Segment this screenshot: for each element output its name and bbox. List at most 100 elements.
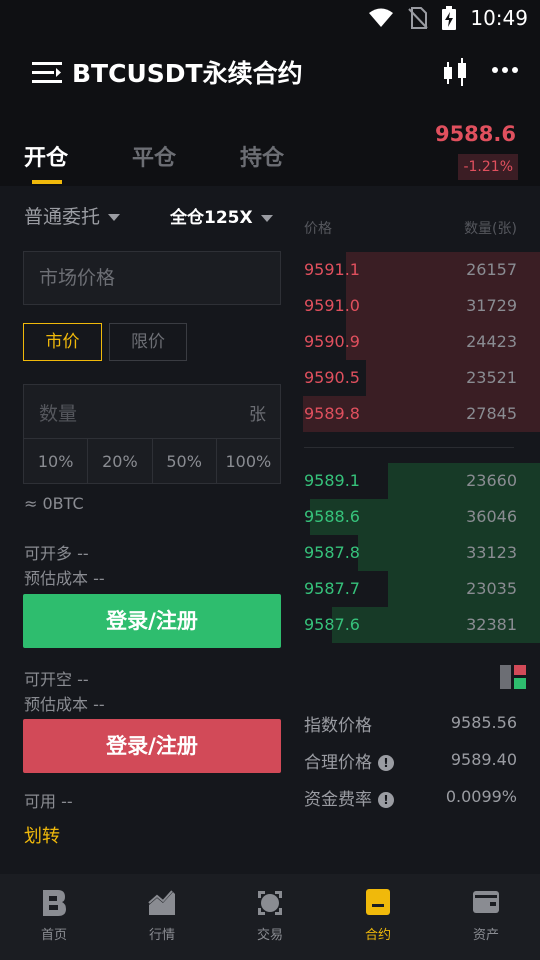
funding-rate-label-text: 资金费率 [304, 790, 372, 810]
bid-price: 9587.6 [304, 615, 360, 634]
index-price-label-text: 指数价格 [304, 716, 372, 736]
order-book: 价格 数量(张) 9591.1 26157 9591.0 31729 9590.… [298, 186, 540, 874]
nav-assets-label: 资产 [472, 928, 499, 943]
bid-price: 9587.7 [304, 579, 360, 598]
nav-futures-label: 合约 [364, 928, 391, 943]
status-time: 10:49 [470, 6, 528, 30]
available-balance: 可用 -- [24, 792, 73, 811]
ask-quantity: 23521 [466, 368, 517, 387]
nav-trade[interactable]: 交易 [216, 874, 324, 960]
bid-quantity: 23660 [466, 471, 517, 490]
battery-charging-icon [442, 6, 457, 30]
mark-price-value: 9589.40 [450, 750, 517, 769]
nav-trade-label: 交易 [256, 928, 283, 943]
quantity-unit: 张 [249, 405, 266, 425]
caret-down-icon [108, 214, 121, 221]
long-estimated-cost: 预估成本 -- [24, 569, 105, 588]
contract-title[interactable]: BTCUSDT永续合约 [72, 54, 303, 90]
bid-quantity: 32381 [466, 615, 517, 634]
bid-quantity: 23035 [466, 579, 517, 598]
ask-row[interactable]: 9591.0 31729 [298, 288, 540, 324]
bid-row[interactable]: 9587.7 23035 [298, 571, 540, 607]
funding-rate-label: 资金费率! [304, 785, 394, 810]
bid-price: 9587.8 [304, 543, 360, 562]
ask-quantity: 24423 [466, 332, 517, 351]
ask-row[interactable]: 9590.5 23521 [298, 360, 540, 396]
order-type-label: 普通委托 [24, 206, 101, 228]
ask-quantity: 31729 [466, 296, 517, 315]
ask-row[interactable]: 9591.1 26157 [298, 252, 540, 288]
short-login-button[interactable]: 登录/注册 [23, 719, 281, 773]
home-logo-icon [43, 890, 66, 916]
price-change-badge: -1.21% [458, 154, 518, 180]
bid-row[interactable]: 9587.6 32381 [298, 607, 540, 643]
nav-market[interactable]: 行情 [108, 874, 216, 960]
tab-positions[interactable]: 持仓 [240, 140, 284, 172]
active-tab-indicator [32, 180, 62, 184]
margin-mode-label: 全仓125X [170, 208, 253, 228]
limit-order-button[interactable]: 限价 [109, 323, 187, 361]
orderbook-divider [304, 447, 514, 448]
nav-assets[interactable]: 资产 [432, 874, 540, 960]
orderbook-qty-header: 数量(张) [464, 221, 517, 237]
menu-drawer-icon[interactable] [32, 60, 62, 86]
bid-row[interactable]: 9589.1 23660 [298, 463, 540, 499]
bid-row[interactable]: 9588.6 36046 [298, 499, 540, 535]
long-available: 可开多 -- [24, 544, 89, 563]
futures-icon [366, 889, 390, 915]
candlestick-chart-icon[interactable] [442, 58, 470, 88]
percent-50-button[interactable]: 50% [153, 439, 217, 484]
order-type-select[interactable]: 普通委托 [24, 202, 121, 229]
info-icon[interactable]: ! [378, 755, 394, 771]
status-bar: 10:49 [0, 0, 540, 36]
percent-100-button[interactable]: 100% [217, 439, 280, 484]
wifi-icon [369, 8, 394, 27]
ask-row[interactable]: 9590.9 24423 [298, 324, 540, 360]
bid-depth-bar [388, 463, 540, 499]
mark-price-label: 合理价格! [304, 748, 394, 773]
market-order-button[interactable]: 市价 [23, 323, 102, 361]
bid-price: 9588.6 [304, 507, 360, 526]
btc-estimate: ≈ 0BTC [24, 494, 84, 513]
bid-row[interactable]: 9587.8 33123 [298, 535, 540, 571]
quantity-placeholder: 数量 [39, 403, 78, 425]
orderbook-price-header: 价格 [304, 221, 332, 237]
bid-depth-bar [388, 571, 540, 607]
more-options-icon[interactable] [492, 66, 518, 74]
wallet-icon [473, 891, 499, 913]
nav-market-label: 行情 [148, 928, 175, 943]
info-icon[interactable]: ! [378, 792, 394, 808]
percent-10-button[interactable]: 10% [24, 439, 89, 484]
bid-quantity: 36046 [466, 507, 517, 526]
short-estimated-cost: 预估成本 -- [24, 695, 105, 714]
ask-row[interactable]: 9589.8 27845 [298, 396, 540, 432]
long-login-button[interactable]: 登录/注册 [23, 594, 281, 648]
ask-quantity: 27845 [466, 404, 517, 423]
app-header: BTCUSDT永续合约 [0, 36, 540, 110]
trade-tabs: 开仓 平仓 持仓 9588.6 -1.21% [0, 110, 540, 186]
funding-rate-value: 0.0099% [445, 787, 517, 806]
caret-down-icon [260, 214, 273, 222]
nav-futures[interactable]: 合约 [324, 874, 432, 960]
no-sim-icon [408, 7, 429, 29]
transfer-link[interactable]: 划转 [24, 822, 60, 848]
percent-20-button[interactable]: 20% [88, 439, 153, 484]
short-available: 可开空 -- [24, 670, 89, 689]
trade-icon [258, 891, 282, 915]
nav-home-label: 首页 [40, 928, 67, 943]
tab-close[interactable]: 平仓 [132, 140, 176, 172]
ask-price: 9590.5 [304, 368, 360, 387]
order-form: 普通委托 全仓125X 市场价格 市价 限价 数量 张 10% 20% 50% … [0, 186, 298, 874]
last-price: 9588.6 [434, 122, 516, 146]
percent-selector: 10% 20% 50% 100% [24, 438, 280, 484]
price-input[interactable]: 市场价格 [23, 251, 281, 305]
status-icons: 10:49 [368, 6, 528, 30]
quantity-field[interactable]: 数量 张 10% 20% 50% 100% [23, 384, 281, 484]
bottom-nav: 首页 行情 交易 合约 资产 [0, 874, 540, 960]
nav-home[interactable]: 首页 [0, 874, 108, 960]
tab-open[interactable]: 开仓 [24, 140, 68, 172]
ask-price: 9591.1 [304, 260, 360, 279]
depth-view-icon[interactable] [500, 665, 526, 689]
margin-mode-select[interactable]: 全仓125X [170, 203, 273, 228]
bid-price: 9589.1 [304, 471, 360, 490]
